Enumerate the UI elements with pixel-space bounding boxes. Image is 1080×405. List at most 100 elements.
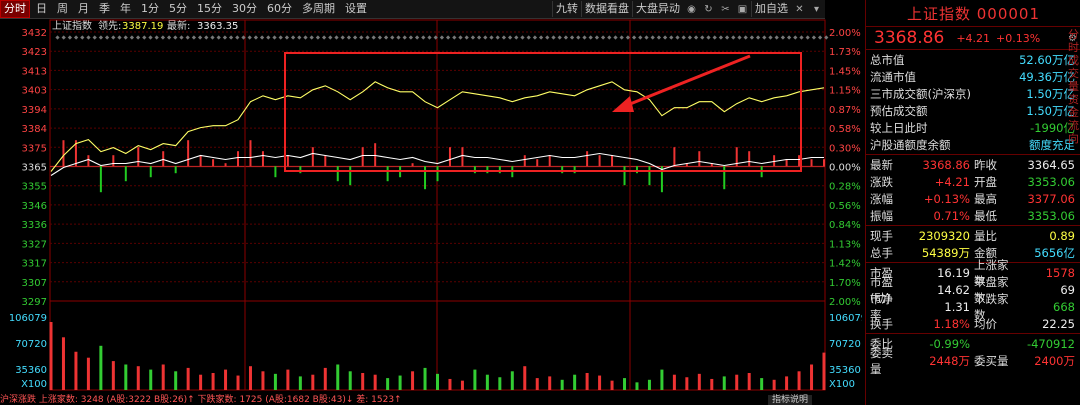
marker-diamond: [390, 35, 395, 40]
scissors-icon[interactable]: ✂: [719, 3, 732, 16]
marker-diamond: [650, 35, 655, 40]
marker-diamond: [61, 35, 66, 40]
marker-diamond: [526, 35, 531, 40]
tab-12[interactable]: 设置: [341, 0, 371, 18]
marker-diamond: [445, 35, 451, 40]
marker-diamond: [303, 35, 308, 40]
marker-diamond: [160, 35, 166, 40]
marker-diamond: [724, 35, 730, 40]
lock-icon[interactable]: ▣: [736, 3, 749, 16]
marker-diamond: [278, 35, 283, 40]
market-stats: 总市值 52.60万亿 流通市值 49.36万亿 三市成交额(沪深京) 1.50万亿 预估成…: [866, 50, 1080, 155]
volume-tick-label-right: 35360: [829, 365, 861, 376]
pct-tick-label: 0.56%: [829, 201, 861, 212]
tab-11[interactable]: 多周期: [298, 0, 339, 18]
quote-label: 委买量: [974, 353, 1009, 368]
stat-row: 预估成交额 1.50万亿: [866, 102, 1080, 119]
marker-diamond: [774, 35, 779, 40]
tab-4[interactable]: 季: [95, 0, 114, 18]
price-tick-label: 3413: [22, 66, 47, 77]
marker-diamond: [576, 35, 581, 40]
quote-value: 3368.86: [922, 157, 970, 172]
marker-diamond: [421, 35, 426, 40]
tab-8[interactable]: 15分: [193, 0, 226, 18]
quote-value: 1.18%: [933, 316, 970, 331]
quote-label: 开盘: [974, 174, 997, 189]
marker-diamond: [706, 35, 711, 40]
volume-tick-label: X100: [21, 379, 47, 390]
volume-tick-label: 35360: [15, 365, 47, 376]
marker-diamond: [749, 35, 755, 40]
data-board-button[interactable]: 数据看盘: [581, 1, 632, 17]
marker-diamond: [148, 35, 153, 40]
marker-diamond: [179, 35, 184, 40]
pct-tick-label: 0.87%: [829, 105, 861, 116]
marker-diamond: [737, 35, 742, 40]
eye-icon[interactable]: ◉: [685, 3, 698, 16]
quote-label: 最低: [974, 208, 997, 223]
close-icon[interactable]: ✕: [793, 3, 806, 16]
quote-value: 16.19: [937, 265, 970, 280]
marker-diamond: [439, 35, 445, 40]
marker-diamond: [538, 35, 544, 40]
marker-diamond: [483, 35, 488, 40]
marker-diamond: [470, 35, 476, 40]
marker-diamond: [662, 35, 668, 40]
refresh-icon[interactable]: ↻: [702, 3, 715, 16]
marker-diamond: [768, 35, 773, 40]
marker-diamond: [644, 35, 649, 40]
pct-tick-label: 1.70%: [829, 278, 861, 289]
dropdown-icon[interactable]: ▾: [810, 3, 823, 16]
pct-tick-label: 0.58%: [829, 124, 861, 135]
tab-6[interactable]: 1分: [137, 0, 163, 18]
pct-tick-label: 1.73%: [829, 47, 861, 58]
market-alert-button[interactable]: 大盘异动: [632, 1, 683, 17]
pct-tick-label: 0.28%: [829, 182, 861, 193]
marker-diamond: [594, 35, 600, 40]
marker-diamond: [173, 35, 178, 40]
indicator-help-button[interactable]: 指标说明: [768, 395, 813, 405]
status-bar: 沪深涨跌 上涨家数: 3248 (A股:3222 B股:26)↑ 下跌家数: 1…: [0, 395, 862, 405]
marker-diamond: [817, 35, 823, 40]
marker-diamond: [80, 35, 85, 40]
price-tick-label: 3423: [22, 47, 47, 58]
price-tick-label: 3307: [22, 278, 47, 289]
marker-diamond: [309, 35, 314, 40]
pct-tick-label: 2.00%: [829, 28, 861, 39]
chart-header-latest-label: 最新:: [167, 19, 190, 32]
quote-label: 总手: [870, 245, 893, 260]
tab-9[interactable]: 30分: [228, 0, 261, 18]
add-watchlist-button[interactable]: 加自选: [751, 1, 791, 17]
quote-row: 最新 3368.86 昨收 3364.65: [866, 156, 1080, 173]
price-tick-label: 3355: [22, 182, 47, 193]
tab-10[interactable]: 60分: [263, 0, 296, 18]
price-tick-label: 3336: [22, 220, 47, 231]
marker-diamond: [259, 35, 265, 40]
marker-diamond: [210, 35, 215, 40]
jiuzhuan-button[interactable]: 九转: [552, 1, 581, 17]
price-tick-label: 3403: [22, 86, 47, 97]
tab-7[interactable]: 5分: [165, 0, 191, 18]
marker-diamond: [619, 35, 624, 40]
quote-row: 振幅 0.71% 最低 3353.06: [866, 207, 1080, 224]
quote-value: 1.31: [944, 299, 970, 314]
marker-diamond: [352, 35, 358, 40]
quote-label: 涨跌: [870, 174, 893, 189]
quote-value: +0.13%: [923, 191, 970, 206]
tab-5[interactable]: 年: [116, 0, 135, 18]
tab-3[interactable]: 月: [74, 0, 93, 18]
marker-diamond: [569, 35, 575, 40]
tab-1[interactable]: 日: [32, 0, 51, 18]
marker-diamond: [123, 35, 128, 40]
marker-diamond: [346, 35, 352, 40]
tab-2[interactable]: 周: [53, 0, 72, 18]
marker-diamond: [427, 35, 432, 40]
quote-row: 换手 1.18% 均价 22.25: [866, 315, 1080, 332]
marker-diamond: [495, 35, 500, 40]
marker-diamond: [786, 35, 792, 40]
intraday-chart[interactable]: 上证指数 领先: 3387.19 最新: 3363.35 3432 2.00% 3423 1.7…: [0, 18, 862, 405]
marker-diamond: [297, 35, 302, 40]
tab-0[interactable]: 分时: [0, 0, 30, 18]
marker-diamond: [253, 35, 259, 40]
marker-diamond: [551, 35, 556, 40]
